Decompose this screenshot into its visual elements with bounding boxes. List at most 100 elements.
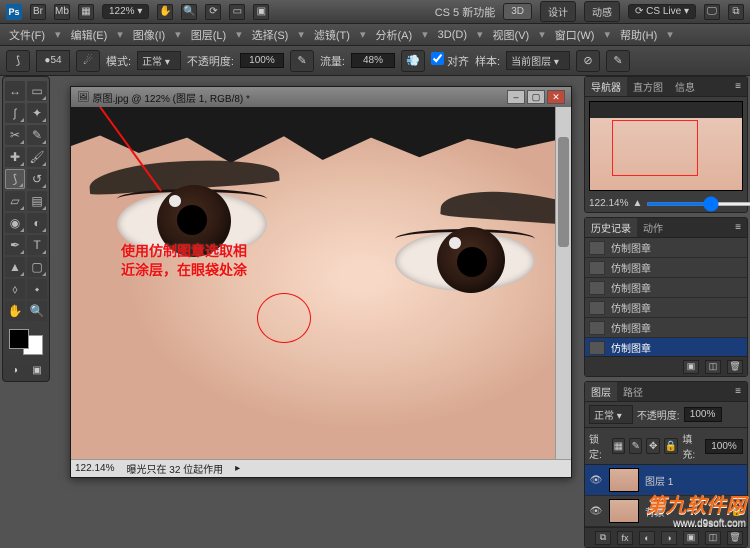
tool-path-select[interactable]: ▲: [5, 257, 25, 277]
trash-icon[interactable]: 🗑: [727, 360, 743, 374]
minibridge-icon[interactable]: Mb: [54, 4, 70, 20]
layer-blend-select[interactable]: 正常 ▾: [589, 405, 633, 424]
vertical-scrollbar[interactable]: [555, 107, 571, 459]
history-item[interactable]: 仿制图章: [585, 278, 747, 298]
window-close-button[interactable]: ✕: [547, 90, 565, 104]
zoom-dropdown[interactable]: 122% ▾: [102, 4, 149, 19]
history-item[interactable]: 仿制图章: [585, 238, 747, 258]
tool-crop[interactable]: ✂: [5, 125, 25, 145]
history-item[interactable]: 仿制图章: [585, 338, 747, 356]
fx-icon[interactable]: fx: [617, 531, 633, 545]
menu-help[interactable]: 帮助(H): [615, 27, 662, 43]
tool-hand[interactable]: ✋: [5, 301, 25, 321]
link-layers-icon[interactable]: ⧉: [595, 531, 611, 545]
menu-3d[interactable]: 3D(D): [433, 29, 472, 41]
navigator-thumbnail[interactable]: [589, 101, 743, 191]
blend-mode-select[interactable]: 正常 ▾: [137, 51, 181, 70]
navigator-zoom-slider[interactable]: [646, 202, 750, 206]
navigator-zoom-value[interactable]: 122.14%: [589, 198, 628, 209]
collapse-icon[interactable]: ⧉: [728, 4, 744, 20]
lock-pixels-icon[interactable]: ✎: [629, 438, 642, 454]
tablet-opacity-icon[interactable]: ✎: [290, 50, 314, 72]
tool-dodge[interactable]: ◐: [27, 213, 47, 233]
layer-thumbnail[interactable]: [609, 468, 639, 492]
menu-window[interactable]: 窗口(W): [550, 27, 600, 43]
aligned-checkbox[interactable]: 对齐: [431, 52, 469, 69]
airbrush-icon[interactable]: 💨: [401, 50, 425, 72]
tool-history-brush[interactable]: ↺: [27, 169, 47, 189]
tablet-size-icon[interactable]: ✎: [606, 50, 630, 72]
panel-menu-icon[interactable]: ≡: [729, 220, 747, 235]
tool-gradient[interactable]: ▤: [27, 191, 47, 211]
layer-opacity-field[interactable]: [684, 407, 722, 422]
tool-blur[interactable]: ◉: [5, 213, 25, 233]
hand-icon[interactable]: ✋: [157, 4, 173, 20]
tab-actions[interactable]: 动作: [637, 218, 669, 237]
status-zoom[interactable]: 122.14%: [75, 463, 114, 474]
workspace-tab-motion[interactable]: 动感: [584, 1, 620, 22]
lock-all-icon[interactable]: 🔒: [664, 438, 678, 454]
tool-3d-cam[interactable]: ⬩: [27, 279, 47, 299]
tool-eraser[interactable]: ▱: [5, 191, 25, 211]
tool-brush[interactable]: 🖌: [27, 147, 47, 167]
history-item[interactable]: 仿制图章: [585, 298, 747, 318]
menu-filter[interactable]: 滤镜(T): [309, 27, 355, 43]
bridge-icon[interactable]: Br: [30, 4, 46, 20]
zoom-icon[interactable]: 🔍: [181, 4, 197, 20]
panel-menu-icon[interactable]: ≡: [729, 384, 747, 399]
brush-preset-picker[interactable]: ● 54: [36, 50, 70, 72]
tool-pen[interactable]: ✒: [5, 235, 25, 255]
workspace-tab-3d[interactable]: 3D: [503, 3, 532, 20]
window-minimize-button[interactable]: –: [507, 90, 525, 104]
tab-history[interactable]: 历史记录: [585, 218, 637, 237]
layer-row[interactable]: 👁 图层 1: [585, 465, 747, 496]
tool-move[interactable]: ↔: [5, 81, 25, 101]
quick-mask-icon[interactable]: ◑: [5, 363, 25, 377]
canvas[interactable]: 使用仿制图章选取相近涂层，在眼袋处涂: [71, 107, 555, 459]
menu-view[interactable]: 视图(V): [488, 27, 535, 43]
history-item[interactable]: 仿制图章: [585, 318, 747, 338]
tool-lasso[interactable]: ʃ: [5, 103, 25, 123]
workspace-tab-design[interactable]: 设计: [540, 1, 576, 22]
layer-name[interactable]: 图层 1: [645, 473, 673, 488]
screen-mode-toggle[interactable]: ▣: [27, 363, 47, 377]
tool-healing[interactable]: ✚: [5, 147, 25, 167]
window-maximize-button[interactable]: ▢: [527, 90, 545, 104]
menu-layer[interactable]: 图层(L): [186, 27, 231, 43]
document-title-bar[interactable]: 🖼 原图.jpg @ 122% (图层 1, RGB/8) * – ▢ ✕: [71, 87, 571, 107]
tab-info[interactable]: 信息: [669, 77, 701, 96]
search-icon[interactable]: 🖵: [704, 4, 720, 20]
tool-zoom[interactable]: 🔍: [27, 301, 47, 321]
tab-layers[interactable]: 图层: [585, 382, 617, 401]
tool-type[interactable]: T: [27, 235, 47, 255]
opacity-field[interactable]: [240, 53, 284, 68]
tool-marquee[interactable]: ▭: [27, 81, 47, 101]
tool-preset-icon[interactable]: ⟆: [6, 50, 30, 72]
layer-thumbnail[interactable]: [609, 499, 639, 523]
menu-file[interactable]: 文件(F): [4, 27, 50, 43]
brush-panel-icon[interactable]: ☄: [76, 50, 100, 72]
history-item[interactable]: 仿制图章: [585, 258, 747, 278]
cslive-button[interactable]: ⟳ CS Live ▾: [628, 4, 696, 19]
screen-mode-icon[interactable]: ▣: [253, 4, 269, 20]
layer-fill-field[interactable]: [705, 439, 743, 454]
visibility-icon[interactable]: 👁: [589, 475, 603, 486]
tab-paths[interactable]: 路径: [617, 382, 649, 401]
history-new-icon[interactable]: ◫: [705, 360, 721, 374]
panel-menu-icon[interactable]: ≡: [729, 79, 747, 94]
view-extras-icon[interactable]: ▦: [78, 4, 94, 20]
ignore-adj-icon[interactable]: ⊘: [576, 50, 600, 72]
rotate-view-icon[interactable]: ⟳: [205, 4, 221, 20]
menu-edit[interactable]: 编辑(E): [66, 27, 113, 43]
color-swatch[interactable]: [7, 327, 45, 357]
arrange-icon[interactable]: ▭: [229, 4, 245, 20]
tool-clone-stamp[interactable]: ⟆: [5, 169, 25, 189]
history-list[interactable]: 仿制图章仿制图章仿制图章仿制图章仿制图章仿制图章: [585, 238, 747, 356]
tool-quick-select[interactable]: ✦: [27, 103, 47, 123]
tab-navigator[interactable]: 导航器: [585, 77, 627, 96]
lock-transparency-icon[interactable]: ▦: [612, 438, 625, 454]
tool-shape[interactable]: ▢: [27, 257, 47, 277]
sample-select[interactable]: 当前图层 ▾: [506, 51, 570, 70]
visibility-icon[interactable]: 👁: [589, 506, 603, 517]
menu-select[interactable]: 选择(S): [247, 27, 294, 43]
